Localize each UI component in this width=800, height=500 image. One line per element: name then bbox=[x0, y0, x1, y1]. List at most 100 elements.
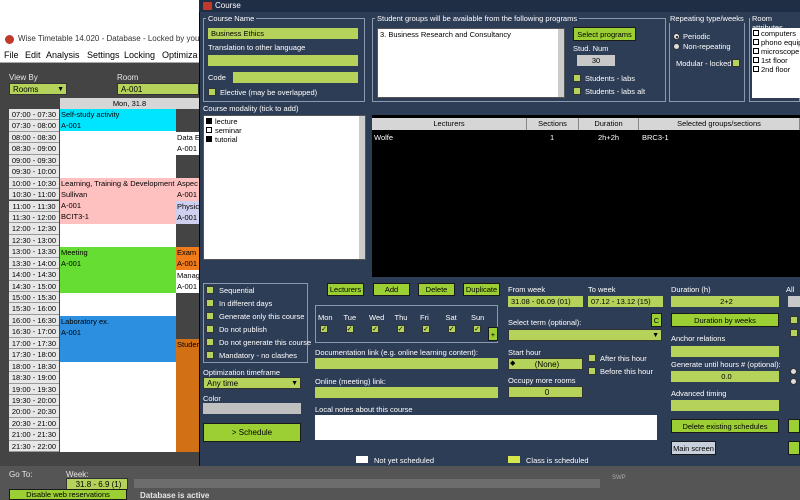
program-item[interactable]: 3. Business Research and Consultancy bbox=[380, 30, 562, 39]
room-attr-item[interactable]: computers bbox=[753, 29, 799, 38]
room-attr-text: 1st floor bbox=[761, 56, 788, 65]
add-day-button[interactable]: + bbox=[488, 327, 498, 341]
view-by-select[interactable]: Rooms ▼ bbox=[9, 83, 67, 95]
event-lab[interactable]: Laboratory ex. A-001 bbox=[60, 316, 176, 362]
select-programs-button[interactable]: Select programs bbox=[573, 27, 636, 41]
after-hour-checkbox[interactable] bbox=[588, 354, 596, 362]
modular-locked-checkbox[interactable] bbox=[732, 59, 740, 67]
room-attr-item[interactable]: 1st floor bbox=[753, 56, 799, 65]
color-picker[interactable] bbox=[203, 403, 301, 414]
before-hour-checkbox[interactable] bbox=[588, 367, 596, 375]
duplicate-button[interactable]: Duplicate bbox=[463, 283, 500, 296]
col-groups[interactable]: Selected groups/sections bbox=[639, 118, 800, 130]
modality-item[interactable]: tutorial bbox=[206, 135, 363, 144]
menu-settings[interactable]: Settings bbox=[87, 50, 120, 60]
col-sections[interactable]: Sections bbox=[527, 118, 579, 130]
do-not-publish-checkbox[interactable] bbox=[206, 325, 214, 333]
side-event-student[interactable]: Studer bbox=[176, 339, 199, 452]
duration-input[interactable]: 2+2 bbox=[671, 296, 779, 307]
edge-checkbox[interactable] bbox=[790, 329, 798, 337]
table-row[interactable]: Wolfe 1 2h+2h BRC3-1 bbox=[372, 131, 800, 145]
menu-edit[interactable]: Edit bbox=[25, 50, 41, 60]
side-event-manag[interactable]: Manag A-001 bbox=[176, 270, 199, 293]
side-event-exam[interactable]: Exam A-001 bbox=[176, 247, 199, 270]
add-button[interactable]: Add bbox=[373, 283, 410, 296]
modality-list[interactable]: lecture seminar tutorial bbox=[203, 115, 366, 260]
duration-by-weeks-button[interactable]: Duration by weeks bbox=[671, 313, 779, 327]
anchor-input[interactable] bbox=[671, 346, 779, 357]
spin-icon[interactable]: ◆ bbox=[510, 359, 515, 367]
edge-radio[interactable] bbox=[790, 368, 797, 375]
scrollbar[interactable] bbox=[134, 479, 600, 488]
online-link-input[interactable] bbox=[315, 387, 498, 398]
disable-web-reservations-button[interactable]: Disable web reservations bbox=[9, 489, 127, 500]
edge-button[interactable] bbox=[788, 441, 800, 455]
term-clear-button[interactable]: C bbox=[651, 313, 662, 327]
lecturers-button[interactable]: Lecturers bbox=[327, 283, 364, 296]
elective-checkbox[interactable] bbox=[208, 88, 216, 96]
legend-scheduled-label: Class is scheduled bbox=[526, 456, 589, 465]
delete-button[interactable]: Delete bbox=[418, 283, 455, 296]
to-week-input[interactable]: 07.12 - 13.12 (15) bbox=[588, 296, 663, 307]
generate-only-checkbox[interactable] bbox=[206, 312, 214, 320]
side-event-data[interactable]: Data E A-001 bbox=[176, 132, 199, 155]
day-checkbox-fri[interactable]: ✓ bbox=[422, 325, 430, 333]
day-checkbox-wed[interactable]: ✓ bbox=[371, 325, 379, 333]
edge-button[interactable] bbox=[788, 419, 800, 433]
room-attr-item[interactable]: 2nd floor bbox=[753, 65, 799, 74]
col-lecturers[interactable]: Lecturers bbox=[372, 118, 527, 130]
different-days-checkbox[interactable] bbox=[206, 299, 214, 307]
sequential-checkbox[interactable] bbox=[206, 286, 214, 294]
programs-scrollbar[interactable] bbox=[558, 29, 564, 97]
modality-scrollbar[interactable] bbox=[359, 116, 365, 259]
notes-label: Local notes about this course bbox=[315, 405, 413, 414]
chevron-down-icon: ▼ bbox=[57, 86, 64, 93]
non-repeating-radio[interactable] bbox=[673, 43, 680, 50]
code-input[interactable] bbox=[233, 72, 358, 83]
day-checkbox-tue[interactable]: ✓ bbox=[345, 325, 354, 333]
mandatory-checkbox[interactable] bbox=[206, 351, 214, 359]
do-not-generate-checkbox[interactable] bbox=[206, 338, 214, 346]
start-hour-select[interactable]: (None) bbox=[508, 358, 583, 370]
day-checkbox-mon[interactable]: ✓ bbox=[320, 325, 328, 333]
stud-num-input[interactable]: 30 bbox=[577, 55, 615, 66]
students-labs-checkbox[interactable] bbox=[573, 74, 581, 82]
generate-until-input[interactable]: 0.0 bbox=[671, 371, 779, 382]
room-attr-item[interactable]: phono equip bbox=[753, 38, 800, 47]
periodic-radio[interactable] bbox=[673, 33, 680, 40]
occupy-input[interactable]: 0 bbox=[508, 386, 583, 398]
modality-item[interactable]: seminar bbox=[206, 126, 363, 135]
optimization-select[interactable]: Any time ▼ bbox=[203, 377, 301, 389]
students-labs-alt-checkbox[interactable] bbox=[573, 87, 581, 95]
term-select[interactable]: ▼ bbox=[508, 329, 662, 341]
edge-checkbox[interactable] bbox=[790, 316, 798, 324]
course-name-input[interactable]: Business Ethics bbox=[208, 28, 358, 39]
room-select[interactable]: A-001 bbox=[117, 83, 199, 95]
room-attr-item[interactable]: microscope bbox=[753, 47, 799, 56]
edge-radio[interactable] bbox=[790, 378, 797, 385]
doc-link-input[interactable] bbox=[315, 358, 498, 369]
menu-optimization[interactable]: Optimiza bbox=[162, 50, 198, 60]
from-week-input[interactable]: 31.08 - 06.09 (01) bbox=[508, 296, 583, 307]
col-duration[interactable]: Duration bbox=[579, 118, 639, 130]
advanced-input[interactable] bbox=[671, 400, 779, 411]
event-self-study[interactable]: Self-study activity A-001 bbox=[60, 109, 176, 131]
schedule-button[interactable]: > Schedule bbox=[203, 423, 301, 442]
side-event-aspec[interactable]: Aspec A-001 bbox=[176, 178, 199, 201]
main-screen-button[interactable]: Main screen bbox=[671, 441, 716, 455]
delete-existing-button[interactable]: Delete existing schedules bbox=[671, 419, 779, 433]
menu-file[interactable]: File bbox=[4, 50, 19, 60]
notes-textarea[interactable] bbox=[315, 415, 657, 440]
room-attributes-list[interactable]: computers phono equip microscope 1st flo… bbox=[752, 28, 800, 98]
menu-locking[interactable]: Locking bbox=[124, 50, 155, 60]
translation-input[interactable] bbox=[208, 55, 358, 66]
menu-analysis[interactable]: Analysis bbox=[46, 50, 80, 60]
event-meeting[interactable]: Meeting A-001 bbox=[60, 247, 176, 293]
programs-list[interactable]: 3. Business Research and Consultancy bbox=[377, 28, 565, 98]
day-checkbox-sat[interactable]: ✓ bbox=[447, 325, 456, 333]
day-checkbox-thu[interactable]: ✓ bbox=[396, 325, 405, 333]
modality-item[interactable]: lecture bbox=[206, 117, 363, 126]
side-event-physic[interactable]: Physic A-001 bbox=[176, 201, 199, 224]
edge-control[interactable] bbox=[788, 296, 800, 307]
day-checkbox-sun[interactable]: ✓ bbox=[473, 325, 481, 333]
